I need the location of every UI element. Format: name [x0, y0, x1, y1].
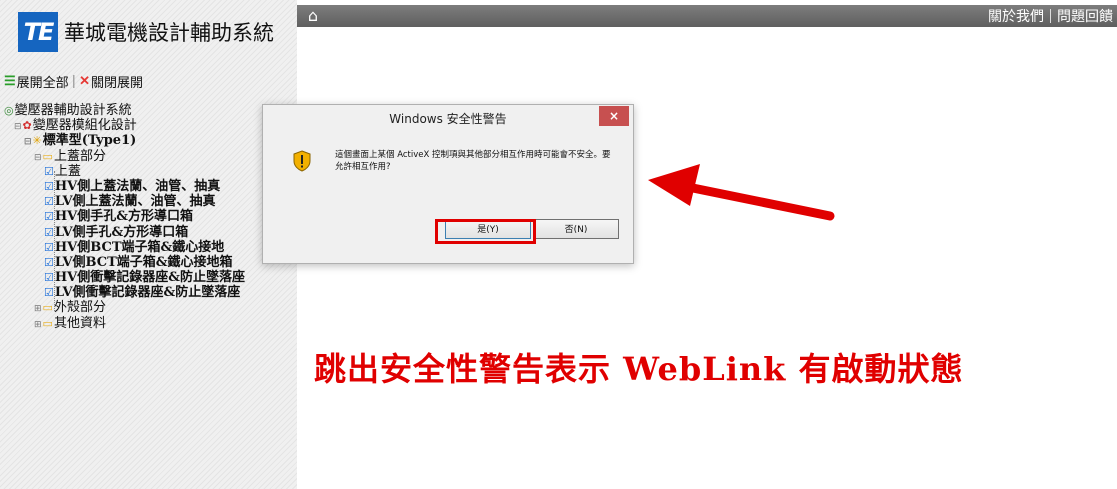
expand-all-link[interactable]: 展開全部: [17, 72, 69, 91]
tree-node-label: LV側手孔&方形導口箱: [54, 224, 189, 240]
app-header: TE 華城電機設計輔助系統: [18, 12, 274, 52]
tree-node-label: 變壓器模組化設計: [32, 118, 137, 134]
doc-icon: ☑: [44, 210, 54, 224]
annotation-text: 跳出安全性警告表示 WebLink 有啟動狀態: [314, 350, 964, 388]
top-links: 關於我們 問題回饋: [988, 5, 1113, 27]
tree-node[interactable]: ☑LV側上蓋法蘭、油管、抽真: [4, 194, 245, 209]
shield-warning-icon: [293, 150, 311, 172]
tree-node-label: 標準型(Type1): [42, 133, 137, 149]
tree-node-label: HV側衝擊記錄器座&防止墜落座: [54, 270, 245, 286]
tree-node-label: HV側手孔&方形導口箱: [54, 209, 193, 225]
tree-node[interactable]: ⊟▭上蓋部分: [4, 149, 245, 164]
link-divider: [1050, 9, 1051, 23]
globe-icon: ◎: [4, 104, 14, 117]
tree-node[interactable]: ⊞▭其他資料: [4, 316, 245, 331]
tree-node-label: 上蓋: [54, 163, 81, 179]
top-navigation-bar: ⌂ 關於我們 問題回饋: [297, 5, 1117, 27]
collapse-all-link[interactable]: 關閉展開: [91, 72, 143, 91]
tree-node-label: 變壓器輔助設計系統: [14, 103, 132, 118]
tree-node-label: HV側BCT端子箱&鐵心接地: [54, 239, 225, 255]
tree-node-label: LV側上蓋法蘭、油管、抽真: [54, 194, 216, 210]
no-button[interactable]: 否(N): [533, 219, 619, 239]
tree-node-label: LV側衝擊記錄器座&防止墜落座: [54, 285, 241, 301]
list-icon: ☰: [4, 74, 16, 89]
tree-node[interactable]: ☑LV側手孔&方形導口箱: [4, 225, 245, 240]
home-icon[interactable]: ⌂: [303, 7, 323, 25]
tree-node[interactable]: ☑LV側BCT端子箱&鐵心接地箱: [4, 255, 245, 270]
doc-icon: ☑: [44, 255, 54, 269]
doc-icon: ☑: [44, 225, 54, 239]
sidebar: TE 華城電機設計輔助系統 ☰ 展開全部 | ✕ 關閉展開 ◎變壓器輔助設計系統…: [0, 0, 297, 489]
close-x-icon: ✕: [79, 74, 90, 89]
dialog-message: 這個畫面上某個 ActiveX 控制項與其他部分相互作用時可能會不安全。要允許相…: [335, 150, 611, 172]
doc-icon: ☑: [44, 179, 54, 193]
tree-node[interactable]: ☑HV側手孔&方形導口箱: [4, 209, 245, 224]
company-logo: TE: [18, 12, 58, 52]
tree-node[interactable]: ☑HV側衝擊記錄器座&防止墜落座: [4, 270, 245, 285]
doc-icon: ☑: [44, 286, 54, 300]
dialog-title: Windows 安全性警告: [263, 105, 633, 133]
tree-node[interactable]: ☑上蓋: [4, 164, 245, 179]
expand-toggle-icon[interactable]: ⊞: [34, 318, 42, 333]
tree-node-label: 外殼部分: [53, 300, 106, 316]
doc-icon: ☑: [44, 164, 54, 178]
folder-icon: ▭: [42, 301, 53, 315]
tree-node-label: LV側BCT端子箱&鐵心接地箱: [54, 254, 233, 270]
doc-icon: ☑: [44, 271, 54, 285]
folder-icon: ▭: [42, 316, 53, 330]
app-title: 華城電機設計輔助系統: [64, 21, 274, 45]
tree-node[interactable]: ⊟✿變壓器模組化設計: [4, 118, 245, 133]
folder-icon: ▭: [42, 149, 53, 163]
navigation-tree: ◎變壓器輔助設計系統 ⊟✿變壓器模組化設計 ⊟✳標準型(Type1) ⊟▭上蓋部分 ☑上…: [4, 103, 245, 331]
tree-node[interactable]: ⊞▭外殼部分: [4, 300, 245, 315]
doc-icon: ☑: [44, 240, 54, 254]
tree-node-label: 上蓋部分: [53, 148, 106, 164]
tree-node[interactable]: ☑HV側BCT端子箱&鐵心接地: [4, 240, 245, 255]
tree-node[interactable]: ◎變壓器輔助設計系統: [4, 103, 245, 118]
tree-node[interactable]: ☑LV側衝擊記錄器座&防止墜落座: [4, 285, 245, 300]
feedback-link[interactable]: 問題回饋: [1057, 6, 1113, 26]
tree-node-label: HV側上蓋法蘭、油管、抽真: [54, 178, 221, 194]
star-icon: ✳: [32, 134, 42, 148]
close-button[interactable]: ×: [599, 106, 629, 126]
tree-controls: ☰ 展開全部 | ✕ 關閉展開: [4, 72, 143, 91]
about-us-link[interactable]: 關於我們: [988, 6, 1044, 26]
tree-node[interactable]: ☑HV側上蓋法蘭、油管、抽真: [4, 179, 245, 194]
tree-node-label: 其他資料: [53, 315, 106, 331]
doc-icon: ☑: [44, 195, 54, 209]
gear-icon: ✿: [22, 119, 32, 133]
separator: |: [71, 74, 77, 89]
tree-node[interactable]: ⊟✳標準型(Type1): [4, 133, 245, 148]
yes-button-highlight: [435, 219, 536, 244]
